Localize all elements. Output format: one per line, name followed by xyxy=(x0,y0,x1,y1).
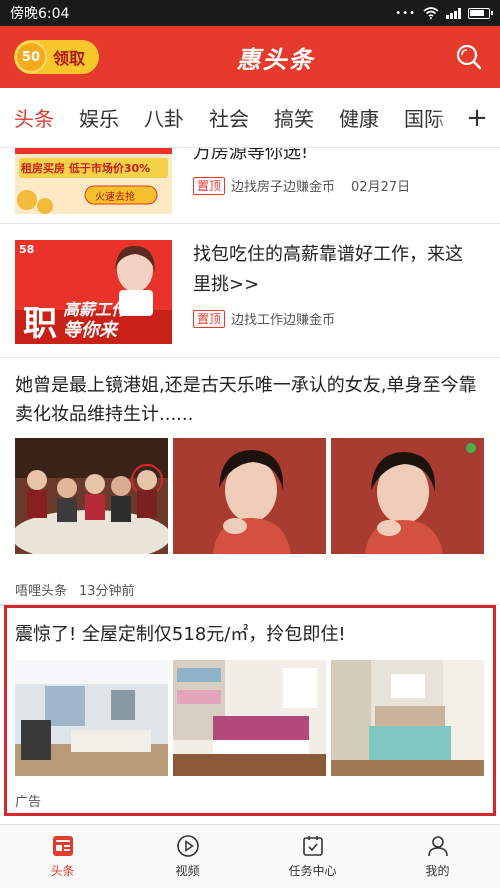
nav-label: 我的 xyxy=(425,864,450,878)
ad-living-room-image xyxy=(15,660,168,776)
housing-banner-graphic xyxy=(15,148,172,214)
living-room-graphic xyxy=(15,660,168,776)
app-title: 惠头条 xyxy=(236,45,315,74)
feed-item-title: 她曾是最上镜港姐,还是古天乐唯一承认的女友,单身至今靠卖化妆品维持生计.....… xyxy=(15,375,477,425)
signal-icon xyxy=(446,7,461,19)
plus-icon: + xyxy=(466,102,488,133)
bottom-nav: 头条 视频 任务中心 我的 xyxy=(0,824,500,888)
ad-label: 广告 xyxy=(15,795,42,810)
tab-headline[interactable]: 头条 xyxy=(14,103,54,132)
feed-item-images xyxy=(15,438,484,554)
coin-icon: 50 xyxy=(15,41,47,73)
category-tabs: 头条 娱乐 八卦 社会 搞笑 健康 国际 + xyxy=(0,88,500,148)
tab-funny[interactable]: 搞笑 xyxy=(274,103,314,132)
jobs-banner-big-char: 职 xyxy=(23,304,57,344)
drama-still-graphic-1 xyxy=(173,438,326,554)
nav-profile[interactable]: 我的 xyxy=(375,825,500,888)
ad-title: 震惊了! 全屋定制仅518元/㎡，拎包即住! xyxy=(15,624,346,645)
feed-item-date: 02月27日 xyxy=(351,180,411,195)
bedroom-graphic xyxy=(331,660,484,776)
feed-item-celebrity[interactable]: 她曾是最上镜港姐,还是古天乐唯一承认的女友,单身至今靠卖化妆品维持生计.....… xyxy=(0,358,500,605)
feed-item-housing[interactable]: 租房买房 低于市场价30% 火速去抢 万房源等你选! 置顶 边找房子边赚金币 0… xyxy=(0,148,500,224)
pinned-badge: 置顶 xyxy=(193,309,226,328)
feed-item-source: 边找工作边赚金币 xyxy=(231,313,336,328)
nav-label: 视频 xyxy=(175,864,200,878)
play-icon xyxy=(176,835,199,857)
nav-label: 头条 xyxy=(50,864,75,878)
tab-international[interactable]: 国际 xyxy=(404,103,444,132)
news-feed[interactable]: 租房买房 低于市场价30% 火速去抢 万房源等你选! 置顶 边找房子边赚金币 0… xyxy=(0,148,500,824)
add-channel-button[interactable]: + xyxy=(454,88,500,147)
ad-images xyxy=(15,660,484,776)
nav-label: 任务中心 xyxy=(288,864,337,878)
feed-item-source: 唔哩头条 xyxy=(15,584,68,599)
nav-task-center[interactable]: 任务中心 xyxy=(250,825,375,888)
claim-label: 领取 xyxy=(53,49,86,68)
feed-item-meta: 唔哩头条 13分钟前 xyxy=(15,580,135,599)
housing-banner-button: 火速去抢 xyxy=(95,192,135,203)
ad-bedroom-image xyxy=(331,660,484,776)
dots-icon: ••• xyxy=(395,7,416,19)
feed-item-jobs[interactable]: 58 职 高薪工作 等你来 找包吃住的高薪靠谱好工作，来这里挑>> 置顶 边找工… xyxy=(0,224,500,358)
claim-coins-button[interactable]: 50 领取 xyxy=(14,40,100,74)
feed-item-title: 找包吃住的高薪靠谱好工作，来这里挑>> xyxy=(193,244,463,295)
tab-entertainment[interactable]: 娱乐 xyxy=(79,103,119,132)
drama-still-image-1 xyxy=(173,438,326,554)
tab-health[interactable]: 健康 xyxy=(339,103,379,132)
feed-item-title: 万房源等你选! xyxy=(193,148,309,163)
feed-item-ad[interactable]: 震惊了! 全屋定制仅518元/㎡，拎包即住! 广告 xyxy=(4,605,496,816)
news-icon xyxy=(52,836,73,856)
feed-item-time: 13分钟前 xyxy=(79,584,135,599)
ad-bedroom-sofa-image xyxy=(173,660,326,776)
group-photo-graphic xyxy=(15,438,168,554)
search-button[interactable] xyxy=(452,40,486,74)
coin-count: 50 xyxy=(21,49,41,65)
status-icons: ••• xyxy=(395,7,493,19)
pinned-badge: 置顶 xyxy=(193,176,226,195)
feed-item-source: 边找房子边赚金币 xyxy=(231,180,336,195)
jobs-banner-text2: 等你来 xyxy=(63,320,117,341)
wifi-icon xyxy=(423,7,439,19)
search-icon xyxy=(456,44,482,70)
bedroom-sofa-graphic xyxy=(173,660,326,776)
housing-banner-image: 租房买房 低于市场价30% 火速去抢 xyxy=(15,148,172,214)
jobs-banner-logo: 58 xyxy=(19,243,35,256)
calendar-check-icon xyxy=(302,836,323,856)
status-time: 傍晚6:04 xyxy=(10,6,70,22)
status-bar: 傍晚6:04 ••• xyxy=(0,0,500,26)
tab-gossip[interactable]: 八卦 xyxy=(144,103,184,132)
drama-still-graphic-2 xyxy=(331,438,484,554)
group-photo-image xyxy=(15,438,168,554)
housing-banner-text: 租房买房 低于市场价30% xyxy=(21,162,151,175)
tab-society[interactable]: 社会 xyxy=(209,103,249,132)
user-icon xyxy=(427,836,448,857)
nav-headline[interactable]: 头条 xyxy=(0,825,125,888)
drama-still-image-2 xyxy=(331,438,484,554)
feed-item-meta: 置顶 边找工作边赚金币 xyxy=(193,309,335,328)
feed-item-meta: 置顶 边找房子边赚金币 02月27日 xyxy=(193,176,410,195)
battery-icon xyxy=(468,7,493,19)
app-header: 50 领取 惠头条 xyxy=(0,26,500,88)
jobs-banner-image: 58 职 高薪工作 等你来 xyxy=(15,240,172,344)
nav-video[interactable]: 视频 xyxy=(125,825,250,888)
